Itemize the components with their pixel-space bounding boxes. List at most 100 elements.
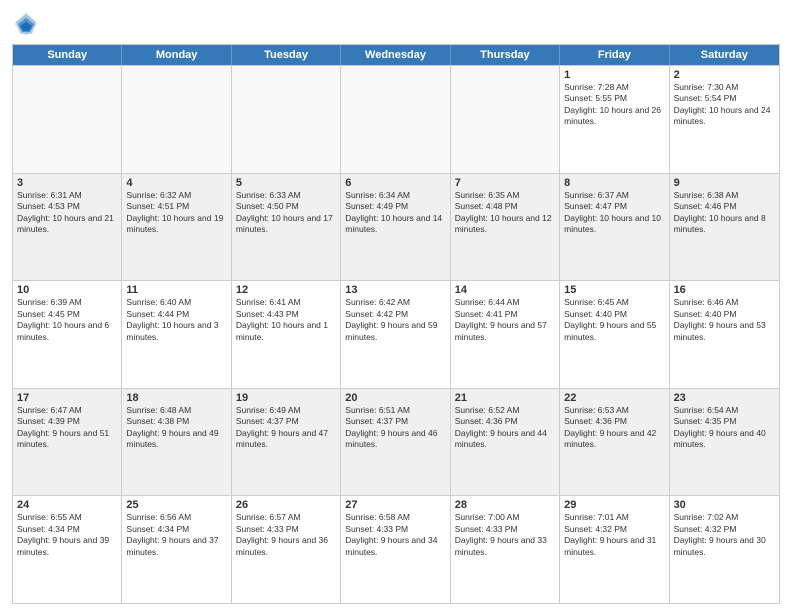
day-number: 18 xyxy=(126,392,226,404)
day-info: Sunrise: 6:41 AM Sunset: 4:43 PM Dayligh… xyxy=(236,297,336,343)
day-number: 21 xyxy=(455,392,555,404)
day-cell-3: 3Sunrise: 6:31 AM Sunset: 4:53 PM Daylig… xyxy=(13,174,122,281)
day-cell-6: 6Sunrise: 6:34 AM Sunset: 4:49 PM Daylig… xyxy=(341,174,450,281)
day-number: 3 xyxy=(17,177,117,189)
day-info: Sunrise: 6:40 AM Sunset: 4:44 PM Dayligh… xyxy=(126,297,226,343)
day-info: Sunrise: 6:58 AM Sunset: 4:33 PM Dayligh… xyxy=(345,512,445,558)
day-info: Sunrise: 7:01 AM Sunset: 4:32 PM Dayligh… xyxy=(564,512,664,558)
day-number: 8 xyxy=(564,177,664,189)
day-number: 25 xyxy=(126,499,226,511)
day-info: Sunrise: 7:02 AM Sunset: 4:32 PM Dayligh… xyxy=(674,512,775,558)
calendar: SundayMondayTuesdayWednesdayThursdayFrid… xyxy=(12,44,780,604)
day-cell-14: 14Sunrise: 6:44 AM Sunset: 4:41 PM Dayli… xyxy=(451,281,560,388)
empty-cell-0-1 xyxy=(122,66,231,173)
day-cell-26: 26Sunrise: 6:57 AM Sunset: 4:33 PM Dayli… xyxy=(232,496,341,603)
day-number: 20 xyxy=(345,392,445,404)
day-info: Sunrise: 7:00 AM Sunset: 4:33 PM Dayligh… xyxy=(455,512,555,558)
day-info: Sunrise: 6:39 AM Sunset: 4:45 PM Dayligh… xyxy=(17,297,117,343)
day-info: Sunrise: 7:30 AM Sunset: 5:54 PM Dayligh… xyxy=(674,82,775,128)
day-info: Sunrise: 6:37 AM Sunset: 4:47 PM Dayligh… xyxy=(564,190,664,236)
day-cell-13: 13Sunrise: 6:42 AM Sunset: 4:42 PM Dayli… xyxy=(341,281,450,388)
day-cell-18: 18Sunrise: 6:48 AM Sunset: 4:38 PM Dayli… xyxy=(122,389,231,496)
day-info: Sunrise: 6:48 AM Sunset: 4:38 PM Dayligh… xyxy=(126,405,226,451)
day-cell-25: 25Sunrise: 6:56 AM Sunset: 4:34 PM Dayli… xyxy=(122,496,231,603)
day-info: Sunrise: 6:51 AM Sunset: 4:37 PM Dayligh… xyxy=(345,405,445,451)
day-number: 26 xyxy=(236,499,336,511)
calendar-page: SundayMondayTuesdayWednesdayThursdayFrid… xyxy=(0,0,792,612)
day-number: 23 xyxy=(674,392,775,404)
day-number: 1 xyxy=(564,69,664,81)
header-day-friday: Friday xyxy=(560,45,669,65)
day-number: 12 xyxy=(236,284,336,296)
calendar-header-row: SundayMondayTuesdayWednesdayThursdayFrid… xyxy=(13,45,779,65)
day-number: 7 xyxy=(455,177,555,189)
day-number: 9 xyxy=(674,177,775,189)
day-info: Sunrise: 6:38 AM Sunset: 4:46 PM Dayligh… xyxy=(674,190,775,236)
calendar-row-4: 17Sunrise: 6:47 AM Sunset: 4:39 PM Dayli… xyxy=(13,388,779,496)
day-cell-28: 28Sunrise: 7:00 AM Sunset: 4:33 PM Dayli… xyxy=(451,496,560,603)
day-number: 24 xyxy=(17,499,117,511)
day-number: 10 xyxy=(17,284,117,296)
day-number: 19 xyxy=(236,392,336,404)
day-number: 5 xyxy=(236,177,336,189)
day-number: 17 xyxy=(17,392,117,404)
day-cell-22: 22Sunrise: 6:53 AM Sunset: 4:36 PM Dayli… xyxy=(560,389,669,496)
day-info: Sunrise: 6:46 AM Sunset: 4:40 PM Dayligh… xyxy=(674,297,775,343)
logo xyxy=(12,10,44,38)
day-info: Sunrise: 6:32 AM Sunset: 4:51 PM Dayligh… xyxy=(126,190,226,236)
day-cell-1: 1Sunrise: 7:28 AM Sunset: 5:55 PM Daylig… xyxy=(560,66,669,173)
day-cell-12: 12Sunrise: 6:41 AM Sunset: 4:43 PM Dayli… xyxy=(232,281,341,388)
header-day-thursday: Thursday xyxy=(451,45,560,65)
day-cell-15: 15Sunrise: 6:45 AM Sunset: 4:40 PM Dayli… xyxy=(560,281,669,388)
empty-cell-0-0 xyxy=(13,66,122,173)
day-number: 14 xyxy=(455,284,555,296)
day-number: 29 xyxy=(564,499,664,511)
day-info: Sunrise: 6:35 AM Sunset: 4:48 PM Dayligh… xyxy=(455,190,555,236)
day-cell-16: 16Sunrise: 6:46 AM Sunset: 4:40 PM Dayli… xyxy=(670,281,779,388)
day-info: Sunrise: 6:33 AM Sunset: 4:50 PM Dayligh… xyxy=(236,190,336,236)
day-cell-5: 5Sunrise: 6:33 AM Sunset: 4:50 PM Daylig… xyxy=(232,174,341,281)
day-cell-17: 17Sunrise: 6:47 AM Sunset: 4:39 PM Dayli… xyxy=(13,389,122,496)
day-info: Sunrise: 6:57 AM Sunset: 4:33 PM Dayligh… xyxy=(236,512,336,558)
calendar-row-5: 24Sunrise: 6:55 AM Sunset: 4:34 PM Dayli… xyxy=(13,495,779,603)
day-number: 16 xyxy=(674,284,775,296)
header-day-sunday: Sunday xyxy=(13,45,122,65)
header-day-monday: Monday xyxy=(122,45,231,65)
empty-cell-0-3 xyxy=(341,66,450,173)
day-cell-10: 10Sunrise: 6:39 AM Sunset: 4:45 PM Dayli… xyxy=(13,281,122,388)
day-info: Sunrise: 6:45 AM Sunset: 4:40 PM Dayligh… xyxy=(564,297,664,343)
calendar-row-3: 10Sunrise: 6:39 AM Sunset: 4:45 PM Dayli… xyxy=(13,280,779,388)
day-info: Sunrise: 6:34 AM Sunset: 4:49 PM Dayligh… xyxy=(345,190,445,236)
day-cell-11: 11Sunrise: 6:40 AM Sunset: 4:44 PM Dayli… xyxy=(122,281,231,388)
day-info: Sunrise: 6:47 AM Sunset: 4:39 PM Dayligh… xyxy=(17,405,117,451)
day-cell-4: 4Sunrise: 6:32 AM Sunset: 4:51 PM Daylig… xyxy=(122,174,231,281)
day-info: Sunrise: 6:53 AM Sunset: 4:36 PM Dayligh… xyxy=(564,405,664,451)
day-number: 11 xyxy=(126,284,226,296)
day-number: 30 xyxy=(674,499,775,511)
day-cell-21: 21Sunrise: 6:52 AM Sunset: 4:36 PM Dayli… xyxy=(451,389,560,496)
day-info: Sunrise: 6:52 AM Sunset: 4:36 PM Dayligh… xyxy=(455,405,555,451)
header-day-wednesday: Wednesday xyxy=(341,45,450,65)
empty-cell-0-4 xyxy=(451,66,560,173)
day-number: 22 xyxy=(564,392,664,404)
day-cell-2: 2Sunrise: 7:30 AM Sunset: 5:54 PM Daylig… xyxy=(670,66,779,173)
day-cell-30: 30Sunrise: 7:02 AM Sunset: 4:32 PM Dayli… xyxy=(670,496,779,603)
empty-cell-0-2 xyxy=(232,66,341,173)
day-info: Sunrise: 6:31 AM Sunset: 4:53 PM Dayligh… xyxy=(17,190,117,236)
day-info: Sunrise: 6:49 AM Sunset: 4:37 PM Dayligh… xyxy=(236,405,336,451)
day-number: 28 xyxy=(455,499,555,511)
calendar-body: 1Sunrise: 7:28 AM Sunset: 5:55 PM Daylig… xyxy=(13,65,779,603)
day-info: Sunrise: 6:44 AM Sunset: 4:41 PM Dayligh… xyxy=(455,297,555,343)
day-number: 15 xyxy=(564,284,664,296)
day-cell-8: 8Sunrise: 6:37 AM Sunset: 4:47 PM Daylig… xyxy=(560,174,669,281)
day-cell-7: 7Sunrise: 6:35 AM Sunset: 4:48 PM Daylig… xyxy=(451,174,560,281)
calendar-row-1: 1Sunrise: 7:28 AM Sunset: 5:55 PM Daylig… xyxy=(13,65,779,173)
day-info: Sunrise: 6:54 AM Sunset: 4:35 PM Dayligh… xyxy=(674,405,775,451)
day-cell-9: 9Sunrise: 6:38 AM Sunset: 4:46 PM Daylig… xyxy=(670,174,779,281)
header-day-saturday: Saturday xyxy=(670,45,779,65)
day-info: Sunrise: 6:42 AM Sunset: 4:42 PM Dayligh… xyxy=(345,297,445,343)
day-info: Sunrise: 6:56 AM Sunset: 4:34 PM Dayligh… xyxy=(126,512,226,558)
header xyxy=(12,10,780,38)
day-number: 13 xyxy=(345,284,445,296)
day-info: Sunrise: 6:55 AM Sunset: 4:34 PM Dayligh… xyxy=(17,512,117,558)
